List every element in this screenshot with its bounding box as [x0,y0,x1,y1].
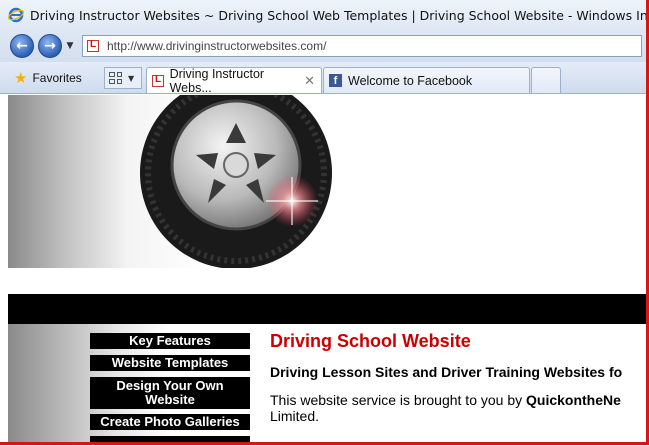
header-banner [8,95,646,268]
intro-suffix: Limited. [270,408,320,424]
title-bar: Driving Instructor Websites ~ Driving Sc… [0,0,648,30]
facebook-icon: f [329,74,342,87]
sidebar-item-more[interactable] [90,436,250,442]
black-nav-bar [8,294,646,324]
page-title: Driving School Website [270,331,471,351]
tyre-wheel-image [140,95,332,268]
favorites-label: Favorites [32,71,82,85]
web-page: Key Features Website Templates Design Yo… [8,95,646,442]
sidebar-item-design-your-own[interactable]: Design Your Own Website [90,377,250,409]
favorites-button[interactable]: ★ Favorites [8,66,88,90]
back-arrow-icon: ← [16,38,28,54]
sidebar-item-website-templates[interactable]: Website Templates [90,355,250,371]
site-favicon-icon [87,39,99,52]
address-bar[interactable]: http://www.drivinginstructorwebsites.com… [82,35,642,57]
sidebar-item-photo-galleries[interactable]: Create Photo Galleries [90,414,250,430]
page-subtitle: Driving Lesson Sites and Driver Training… [270,364,623,380]
tab-facebook[interactable]: f Welcome to Facebook [323,67,530,93]
intro-brand: QuickontheNe [526,392,621,408]
back-button[interactable]: ← [10,34,34,58]
recent-pages-dropdown[interactable]: ▼ [64,41,76,51]
chevron-down-icon: ▼ [128,73,135,83]
tab-label: Driving Instructor Webs... [169,66,265,95]
forward-button[interactable]: → [38,34,62,58]
tab-label: Welcome to Facebook [348,73,473,88]
quick-tabs-icon [109,72,122,84]
left-sidebar: Key Features Website Templates Design Yo… [8,324,258,442]
intro-paragraph: This website service is brought to you b… [270,392,646,424]
sidebar-item-key-features[interactable]: Key Features [90,333,250,349]
tab-driving-instructor[interactable]: Driving Instructor Webs... ✕ [146,66,322,95]
star-icon: ★ [14,70,28,87]
forward-arrow-icon: → [44,38,56,54]
browser-window: Driving Instructor Websites ~ Driving Sc… [0,0,649,445]
site-favicon-icon [152,74,164,87]
url-text: http://www.drivinginstructorwebsites.com… [107,39,327,53]
address-row: ← → ▼ http://www.drivinginstructorwebsit… [0,30,646,62]
internet-explorer-icon [8,7,24,23]
new-tab-button[interactable] [531,67,561,93]
intro-prefix: This website service is brought to you b… [270,392,527,408]
main-content: Driving School Website Driving Lesson Si… [270,331,646,424]
tabs-row: ★ Favorites ▼ Driving Instructor Webs...… [0,62,646,95]
close-icon[interactable]: ✕ [304,73,315,89]
window-title: Driving Instructor Websites ~ Driving Sc… [30,7,648,23]
quick-tabs-button[interactable]: ▼ [104,67,142,89]
